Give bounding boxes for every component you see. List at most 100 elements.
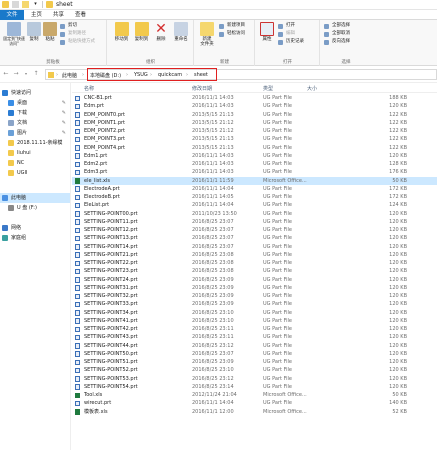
file-row[interactable]: ElectrodeA.prt 2016/11/1 14:04 UG Part Fil… xyxy=(72,185,437,193)
new-folder-icon[interactable] xyxy=(22,1,29,8)
file-row[interactable]: SETTING-POINT14.prt 2016/8/25 23:07 UG Par… xyxy=(72,243,437,251)
pin-icon[interactable]: ✎ xyxy=(62,118,66,128)
nav-item[interactable]: 文档 ✎ xyxy=(0,118,70,128)
nav-item[interactable]: U 盘 (F:) xyxy=(0,203,70,213)
usb-drive-icon xyxy=(8,205,14,211)
file-row[interactable]: SETTING-POINT12.prt 2016/8/25 23:07 UG Par… xyxy=(72,226,437,234)
up-button[interactable]: ↑ xyxy=(32,70,40,78)
back-button[interactable]: ← xyxy=(2,70,10,78)
file-row[interactable]: SETTING-POINT00.prt 2011/10/23 13:50 UG Pa… xyxy=(72,210,437,218)
chevron-right-icon: › xyxy=(82,72,84,78)
rename-button[interactable]: 重命名 xyxy=(172,22,190,42)
file-row[interactable]: Edm.prt 2016/11/1 14:03 UG Part File 120 KB xyxy=(72,102,437,110)
file-type: UG Part File xyxy=(263,317,292,324)
properties-icon[interactable] xyxy=(12,1,19,8)
file-row[interactable]: SETTING-POINT23.prt 2016/8/25 23:08 UG Par… xyxy=(72,267,437,275)
file-row[interactable]: SETTING-POINT34.prt 2016/8/25 23:10 UG Par… xyxy=(72,309,437,317)
ug-part-file-icon xyxy=(75,326,80,332)
file-row[interactable]: SETTING-POINT52.prt 2016/8/25 23:10 UG Par… xyxy=(72,366,437,374)
file-row[interactable]: SETTING-POINT13.prt 2016/8/25 23:07 UG Par… xyxy=(72,234,437,242)
file-row[interactable]: CNC-B1.prt 2016/11/1 14:03 UG Part File 188… xyxy=(72,94,437,102)
file-row[interactable]: SETTING-POINT21.prt 2016/8/25 23:08 UG Par… xyxy=(72,251,437,259)
tab-file[interactable]: 文件 xyxy=(0,10,24,20)
nav-item[interactable]: 2018.11.11-亲缘模 xyxy=(0,138,70,148)
file-row[interactable]: SETTING-POINT31.prt 2016/8/25 23:09 UG Par… xyxy=(72,284,437,292)
copy-button[interactable]: 复制 xyxy=(27,22,41,42)
nav-item[interactable]: NC xyxy=(0,158,70,168)
file-name: EDM_POINT3.prt xyxy=(84,136,126,143)
file-row[interactable]: Edm2.prt 2016/11/1 14:03 UG Part File 128 K… xyxy=(72,160,437,168)
pin-icon[interactable]: ✎ xyxy=(62,98,66,108)
breadcrumb-this-pc[interactable]: 此电脑 xyxy=(62,72,77,79)
paste-button[interactable]: 粘贴 xyxy=(43,22,57,42)
nav-item[interactable]: 网络 xyxy=(0,223,70,233)
nav-item[interactable]: 下载 ✎ xyxy=(0,108,70,118)
new-item-button[interactable]: 新建项目 xyxy=(219,23,245,29)
file-row[interactable]: Edm3.prt 2016/11/1 14:03 UG Part File 176 K… xyxy=(72,168,437,176)
column-size[interactable]: 大小 xyxy=(307,85,317,92)
file-row[interactable]: SETTING-POINT50.prt 2016/8/25 23:07 UG Par… xyxy=(72,350,437,358)
forward-button[interactable]: → xyxy=(12,70,20,78)
file-row[interactable]: SETTING-POINT53.prt 2016/8/25 23:12 UG Par… xyxy=(72,375,437,383)
delete-button[interactable]: ✕ 删除 xyxy=(154,22,168,42)
file-row[interactable]: EDM_POINT2.prt 2013/5/15 21:12 UG Part Fil… xyxy=(72,127,437,135)
nav-item[interactable]: 家庭组 xyxy=(0,233,70,243)
homegroup-icon xyxy=(2,235,8,241)
select-all-button[interactable]: 全部选择 xyxy=(324,23,350,29)
file-row[interactable]: ele_list.xls 2016/11/1 11:59 Microsoft Off… xyxy=(72,176,437,185)
file-row[interactable]: SETTING-POINT24.prt 2016/8/25 23:09 UG Par… xyxy=(72,276,437,284)
nav-item[interactable]: 快速访问 xyxy=(0,88,70,98)
easy-access-button[interactable]: 轻松访问 xyxy=(219,31,245,37)
pin-icon[interactable]: ✎ xyxy=(62,108,66,118)
nav-item[interactable]: 图片 ✎ xyxy=(0,128,70,138)
file-row[interactable]: EDM_POINT4.prt 2013/5/15 21:13 UG Part Fil… xyxy=(72,144,437,152)
select-none-button[interactable]: 全部取消 xyxy=(324,31,350,37)
file-row[interactable]: EDM_POINT0.prt 2013/5/15 21:13 UG Part Fil… xyxy=(72,111,437,119)
tab-share[interactable]: 共享 xyxy=(48,10,69,20)
nav-item[interactable]: 此电脑 xyxy=(0,193,70,203)
invert-selection-button[interactable]: 反向选择 xyxy=(324,39,350,45)
pin-icon[interactable]: ✎ xyxy=(62,128,66,138)
edit-button[interactable]: 编辑 xyxy=(278,31,295,37)
file-row[interactable]: wirecut.prt 2016/11/1 14:04 UG Part File 14… xyxy=(72,399,437,407)
cut-button[interactable]: 剪切 xyxy=(60,23,77,29)
copy-path-button[interactable]: 复制路径 xyxy=(60,31,86,37)
tab-home[interactable]: 主页 xyxy=(26,10,47,20)
copy-to-button[interactable]: 复制到 xyxy=(133,22,150,42)
file-row[interactable]: SETTING-POINT43.prt 2016/8/25 23:11 UG Par… xyxy=(72,333,437,341)
file-row[interactable]: SETTING-POINT22.prt 2016/8/25 23:08 UG Par… xyxy=(72,259,437,267)
file-row[interactable]: SETTING-POINT41.prt 2016/8/25 23:10 UG Par… xyxy=(72,317,437,325)
file-row[interactable]: 模板表.xls 2016/11/1 12:00 Microsoft Office..… xyxy=(72,408,437,416)
file-row[interactable]: EleList.prt 2016/11/1 14:04 UG Part File 12… xyxy=(72,201,437,209)
file-row[interactable]: SETTING-POINT42.prt 2016/8/25 23:11 UG Par… xyxy=(72,325,437,333)
pin-quick-access-button[interactable]: 固定到"快速访问" xyxy=(2,22,26,46)
nav-item[interactable]: UGII xyxy=(0,168,70,178)
open-button[interactable]: 打开 xyxy=(278,23,295,29)
file-row[interactable]: SETTING-POINT44.prt 2016/8/25 23:12 UG Par… xyxy=(72,342,437,350)
properties-button[interactable]: 属性 xyxy=(260,22,274,42)
chevron-down-icon[interactable]: ▾ xyxy=(32,1,39,8)
recent-locations-button[interactable]: ▾ xyxy=(22,70,30,78)
column-modified[interactable]: 修改日期 xyxy=(192,85,212,92)
history-button[interactable]: 历史记录 xyxy=(278,39,304,45)
new-folder-button[interactable]: 新建 文件夹 xyxy=(198,22,216,47)
paste-shortcut-button[interactable]: 粘贴快捷方式 xyxy=(60,39,95,45)
file-row[interactable]: Tool.xls 2012/11/24 21:04 Microsoft Office… xyxy=(72,391,437,399)
file-row[interactable]: EDM_POINT3.prt 2013/5/15 21:13 UG Part Fil… xyxy=(72,135,437,143)
nav-item[interactable]: 桌面 ✎ xyxy=(0,98,70,108)
column-type[interactable]: 类型 xyxy=(263,85,273,92)
file-size: 50 KB xyxy=(392,177,407,184)
file-row[interactable]: SETTING-POINT33.prt 2016/8/25 23:09 UG Par… xyxy=(72,300,437,308)
file-row[interactable]: SETTING-POINT32.prt 2016/8/25 23:09 UG Par… xyxy=(72,292,437,300)
nav-item[interactable]: liuhui xyxy=(0,148,70,158)
file-row[interactable]: EDM_POINT1.prt 2013/5/15 21:12 UG Part Fil… xyxy=(72,119,437,127)
file-row[interactable]: Edm1.prt 2016/11/1 14:03 UG Part File 120 K… xyxy=(72,152,437,160)
file-row[interactable]: ElectrodeB.prt 2016/11/1 14:05 UG Part Fil… xyxy=(72,193,437,201)
move-to-button[interactable]: 移动到 xyxy=(113,22,130,42)
file-row[interactable]: SETTING-POINT11.prt 2016/8/25 23:07 UG Par… xyxy=(72,218,437,226)
address-highlight-box xyxy=(87,68,217,81)
file-row[interactable]: SETTING-POINT51.prt 2016/8/25 23:09 UG Par… xyxy=(72,358,437,366)
file-row[interactable]: SETTING-POINT54.prt 2016/8/25 23:14 UG Par… xyxy=(72,383,437,391)
tab-view[interactable]: 查看 xyxy=(70,10,91,20)
column-name[interactable]: 名称 xyxy=(84,85,94,92)
